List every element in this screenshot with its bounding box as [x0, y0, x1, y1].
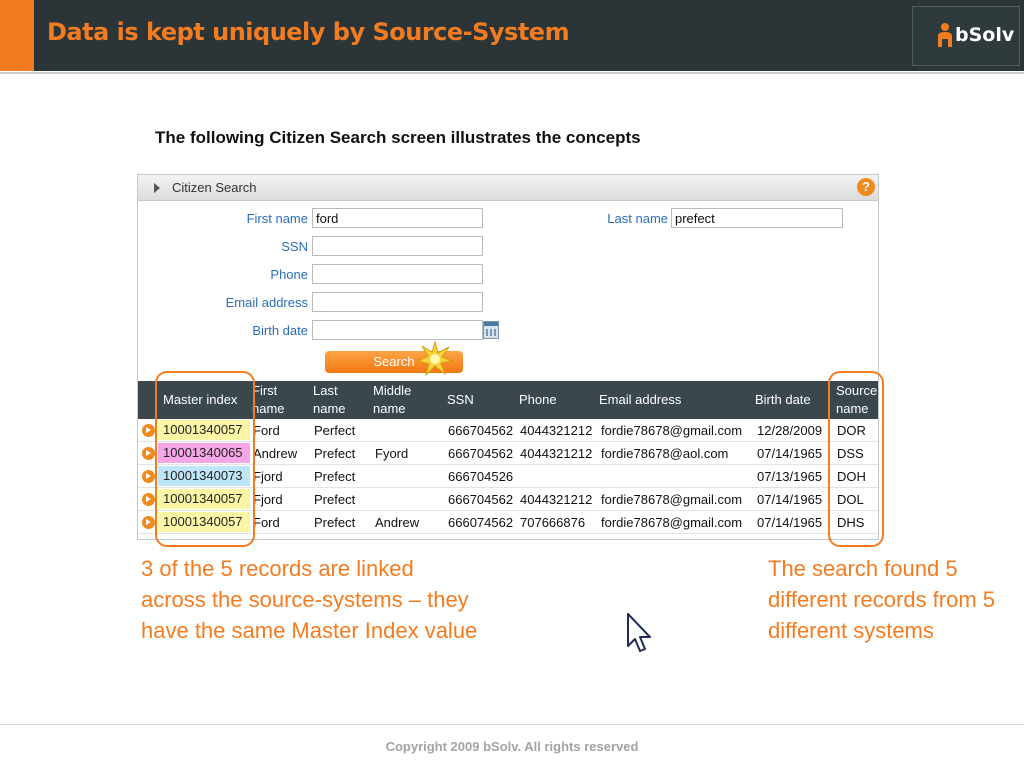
column-last-name[interactable]: Last name: [313, 382, 346, 418]
phone-cell: 4044321212: [520, 423, 593, 438]
ssn-label: SSN: [281, 239, 308, 254]
birth-date-cell: 12/28/2009: [757, 423, 823, 438]
first-name-cell: Andrew: [253, 446, 298, 461]
logo-text: bSolv: [955, 24, 1015, 46]
panel-header[interactable]: Citizen Search ?: [138, 175, 878, 201]
panel-title: Citizen Search: [172, 180, 257, 195]
open-record-icon[interactable]: [142, 493, 155, 506]
email-cell: fordie78678@gmail.com: [601, 515, 743, 530]
email-cell: fordie78678@aol.com: [601, 446, 729, 461]
slide-title: Data is kept uniquely by Source-System: [47, 18, 570, 46]
email-cell: fordie78678@gmail.com: [601, 423, 743, 438]
calendar-icon[interactable]: [483, 321, 499, 339]
open-record-icon[interactable]: [142, 470, 155, 483]
slide-subtitle: The following Citizen Search screen illu…: [155, 128, 641, 147]
first-name-cell: Ford: [253, 423, 280, 438]
phone-cell: 707666876: [520, 515, 586, 530]
middle-name-cell: Fyord: [375, 446, 409, 461]
title-accent: [0, 0, 34, 71]
last-name-cell: Prefect: [314, 492, 356, 507]
last-name-cell: Prefect: [314, 515, 356, 530]
email-label: Email address: [225, 295, 308, 310]
first-name-input[interactable]: [312, 208, 483, 228]
search-result-note: The search found 5 different records fro…: [768, 556, 996, 643]
column-ssn[interactable]: SSN: [447, 391, 474, 409]
last-name-cell: Prefect: [314, 469, 356, 484]
birth-date-cell: 07/14/1965: [757, 515, 823, 530]
ssn-cell: 666704562: [448, 423, 514, 438]
open-record-icon[interactable]: [142, 424, 155, 437]
header-divider: [0, 72, 1024, 74]
ssn-cell: 666704526: [448, 469, 514, 484]
birth-date-cell: 07/13/1965: [757, 469, 823, 484]
phone-cell: 4044321212: [520, 492, 593, 507]
first-name-cell: Fjord: [253, 469, 283, 484]
open-record-icon[interactable]: [142, 516, 155, 529]
master-index-highlight: [155, 371, 255, 547]
column-phone[interactable]: Phone: [519, 391, 557, 409]
email-input[interactable]: [312, 292, 483, 312]
ssn-cell: 666704562: [448, 492, 514, 507]
last-name-label: Last name: [607, 211, 668, 226]
column-birth-date[interactable]: Birth date: [755, 391, 811, 409]
email-cell: fordie78678@gmail.com: [601, 492, 743, 507]
column-middle-name[interactable]: Middle name: [373, 382, 411, 418]
last-name-input[interactable]: [671, 208, 843, 228]
phone-input[interactable]: [312, 264, 483, 284]
collapse-arrow-icon[interactable]: [154, 183, 160, 193]
ssn-cell: 666074562: [448, 515, 514, 530]
ssn-cell: 666704562: [448, 446, 514, 461]
birth-date-input[interactable]: [312, 320, 483, 340]
help-icon[interactable]: ?: [857, 178, 875, 196]
first-name-cell: Fjord: [253, 492, 283, 507]
column-first-name[interactable]: First name: [252, 382, 285, 418]
person-logo-icon: [938, 23, 952, 47]
title-bar: Data is kept uniquely by Source-System b…: [0, 0, 1024, 71]
mouse-cursor-icon: [627, 613, 651, 652]
last-name-cell: Prefect: [314, 446, 356, 461]
linked-records-note: 3 of the 5 records are linked across the…: [141, 556, 478, 643]
middle-name-cell: Andrew: [375, 515, 420, 530]
starburst-icon: [417, 341, 453, 377]
phone-cell: 4044321212: [520, 446, 593, 461]
last-name-cell: Perfect: [314, 423, 356, 438]
birth-date-label: Birth date: [252, 323, 308, 338]
first-name-label: First name: [246, 211, 308, 226]
source-name-highlight: [828, 371, 884, 547]
open-record-icon[interactable]: [142, 447, 155, 460]
birth-date-cell: 07/14/1965: [757, 492, 823, 507]
ssn-input[interactable]: [312, 236, 483, 256]
first-name-cell: Ford: [253, 515, 280, 530]
footer-divider: [0, 724, 1024, 725]
column-email-address[interactable]: Email address: [599, 391, 681, 409]
phone-label: Phone: [270, 267, 308, 282]
birth-date-cell: 07/14/1965: [757, 446, 823, 461]
copyright-footer: Copyright 2009 bSolv. All rights reserve…: [385, 739, 639, 754]
